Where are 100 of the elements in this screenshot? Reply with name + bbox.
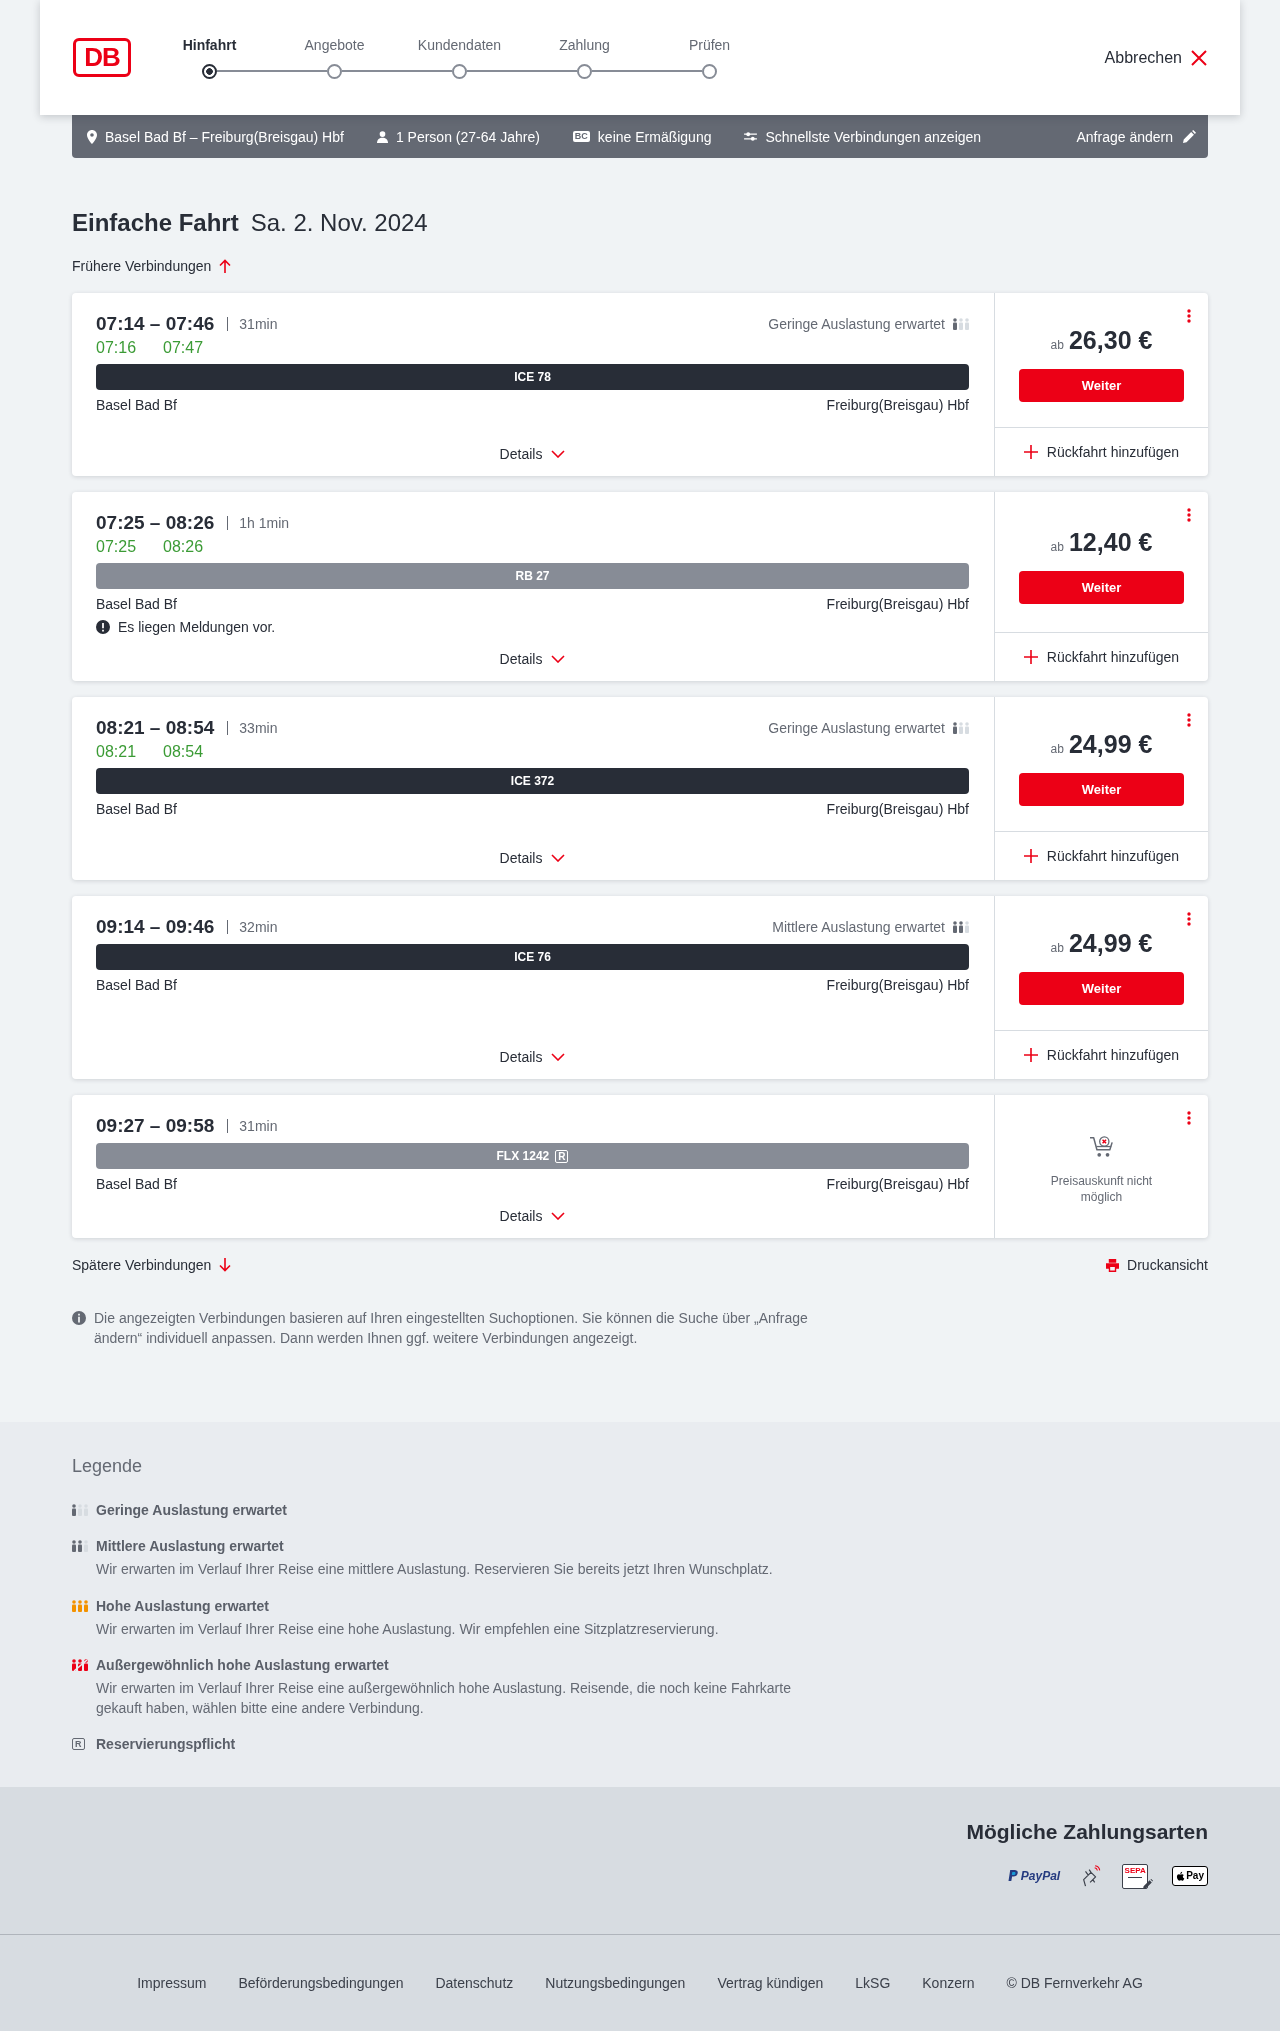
travel-duration: 32min <box>239 918 278 937</box>
departure-station: Basel Bad Bf <box>96 800 177 819</box>
footer-link[interactable]: LkSG <box>855 1973 891 1993</box>
travel-duration: 33min <box>239 719 278 738</box>
price-prefix: ab <box>1050 337 1064 354</box>
legend-title: Legende <box>72 1455 144 1478</box>
train-name: ICE 372 <box>510 773 555 790</box>
occupancy-icon <box>953 318 969 330</box>
step-label: Zahlung <box>559 35 610 54</box>
discount-text: keine Ermäßigung <box>597 127 712 147</box>
legend-label: Mittlere Auslastung erwartet <box>96 1537 285 1556</box>
price-unavailable-text: Preisauskunft nicht möglich <box>1049 1173 1154 1205</box>
more-options-icon[interactable] <box>1187 309 1191 323</box>
step-label: Kundendaten <box>417 35 502 54</box>
reservation-badge: R <box>555 1149 569 1163</box>
departure-arrival-time: 07:14 – 07:46 <box>96 314 215 334</box>
logo: DB <box>73 38 131 77</box>
departure-station: Basel Bad Bf <box>96 1175 177 1194</box>
copyright-text: © DB Fernverkehr AG <box>1006 1974 1143 1993</box>
person-icon <box>376 130 388 143</box>
footer-link[interactable]: Vertrag kündigen <box>717 1973 824 1993</box>
more-options-icon[interactable] <box>1187 912 1191 926</box>
departure-station: Basel Bad Bf <box>96 595 177 614</box>
paypal-wordmark: PayPal <box>1020 1868 1061 1885</box>
apple-icon <box>1176 1870 1186 1882</box>
close-icon <box>1191 49 1207 66</box>
departure-station: Basel Bad Bf <box>96 396 177 415</box>
legend-description: Wir erwarten im Verlauf Ihrer Reise eine mittlere Auslastung. Reservieren Sie bereits jetzt Ihren Wunschplatz. <box>96 1560 774 1579</box>
more-options-icon[interactable] <box>1187 713 1191 727</box>
price-amount: 24,99 € <box>1068 729 1153 759</box>
train-name: FLX 1242 <box>496 1148 550 1165</box>
chevron-down-icon <box>551 655 566 663</box>
price-amount: 26,30 € <box>1068 325 1153 355</box>
details-toggle[interactable]: Details <box>495 647 570 671</box>
cancel-button[interactable]: Abbrechen <box>1104 46 1207 69</box>
footer-link[interactable]: Datenschutz <box>435 1973 514 1993</box>
realtime-arrival: 08:54 <box>163 742 204 762</box>
departure-arrival-time: 07:25 – 08:26 <box>96 513 215 533</box>
arrow-up-icon <box>219 259 232 273</box>
occupancy-icon <box>72 1599 88 1612</box>
pencil-icon <box>1183 130 1196 143</box>
footer-link[interactable]: Konzern <box>922 1973 975 1993</box>
plus-icon <box>1023 445 1038 459</box>
legend-label: Geringe Auslastung erwartet <box>96 1501 288 1520</box>
later-connections-link[interactable]: Spätere Verbindungen <box>72 1255 232 1275</box>
chevron-down-icon <box>551 854 566 862</box>
realtime-departure: 07:16 <box>96 338 137 358</box>
print-view-link[interactable]: Druckansicht <box>1106 1255 1208 1275</box>
payment-methods-title: Mögliche Zahlungsarten <box>966 1819 1208 1845</box>
notice-text: Es liegen Meldungen vor. <box>118 618 276 637</box>
continue-button[interactable]: Weiter <box>1019 773 1184 806</box>
price-amount: 24,99 € <box>1068 928 1153 958</box>
earlier-connections-link[interactable]: Frühere Verbindungen <box>72 256 232 276</box>
add-return-trip-button[interactable]: Rückfahrt hinzufügen <box>995 632 1208 681</box>
occupancy-icon <box>72 1540 88 1552</box>
realtime-departure: 07:25 <box>96 537 137 557</box>
details-toggle[interactable]: Details <box>495 442 570 466</box>
occupancy-icon <box>72 1504 88 1516</box>
details-toggle[interactable]: Details <box>495 1204 570 1228</box>
route-text: Basel Bad Bf – Freiburg(Breisgau) Hbf <box>105 127 344 147</box>
travel-duration: 31min <box>239 1117 278 1136</box>
travelers-text: 1 Person (27-64 Jahre) <box>395 127 540 147</box>
footer-link[interactable]: Impressum <box>137 1973 207 1993</box>
travel-date: Sa. 2. Nov. 2024 <box>250 208 428 238</box>
paypal-p-icon <box>1007 1870 1018 1882</box>
plus-icon <box>1023 650 1038 664</box>
legend-description: Wir erwarten im Verlauf Ihrer Reise eine hohe Auslastung. Wir empfehlen eine Sitzplatzreservierung. <box>96 1619 720 1639</box>
contactless-hand-icon <box>1080 1865 1103 1887</box>
chevron-down-icon <box>551 1053 566 1061</box>
footer-link[interactable]: Beförderungsbedingungen <box>238 1973 404 1993</box>
add-return-trip-button[interactable]: Rückfahrt hinzufügen <box>995 831 1208 880</box>
price-amount: 12,40 € <box>1068 527 1153 557</box>
details-toggle[interactable]: Details <box>495 846 570 870</box>
train-name: ICE 76 <box>514 949 551 966</box>
occupancy-icon <box>72 1659 88 1671</box>
departure-arrival-time: 08:21 – 08:54 <box>96 718 215 738</box>
realtime-departure: 08:21 <box>96 742 137 762</box>
legend-label: Hohe Auslastung erwartet <box>96 1596 270 1616</box>
continue-button[interactable]: Weiter <box>1019 369 1184 402</box>
more-options-icon[interactable] <box>1187 1111 1191 1125</box>
edit-request-button[interactable]: Anfrage ändern <box>1076 126 1196 147</box>
add-return-trip-button[interactable]: Rückfahrt hinzufügen <box>995 1030 1208 1079</box>
sepa-label: SEPA <box>1124 1865 1146 1875</box>
arrow-down-icon <box>219 1258 232 1272</box>
travel-duration: 1h 1min <box>239 514 290 533</box>
travel-duration: 31min <box>239 315 278 334</box>
price-prefix: ab <box>1050 940 1064 957</box>
price-prefix: ab <box>1050 539 1064 556</box>
footer-link[interactable]: Nutzungsbedingungen <box>545 1973 686 1993</box>
details-toggle[interactable]: Details <box>495 1045 570 1069</box>
cart-unavailable-icon <box>1088 1135 1115 1159</box>
departure-station: Basel Bad Bf <box>96 976 177 995</box>
step-label: Hinfahrt <box>182 35 237 54</box>
continue-button[interactable]: Weiter <box>1019 571 1184 604</box>
apple-pay-label: Pay <box>1186 1869 1204 1883</box>
continue-button[interactable]: Weiter <box>1019 972 1184 1005</box>
add-return-trip-button[interactable]: Rückfahrt hinzufügen <box>995 427 1208 476</box>
occupancy-label: Geringe Auslastung erwartet <box>768 315 945 334</box>
more-options-icon[interactable] <box>1187 508 1191 522</box>
sliders-icon <box>744 131 758 142</box>
